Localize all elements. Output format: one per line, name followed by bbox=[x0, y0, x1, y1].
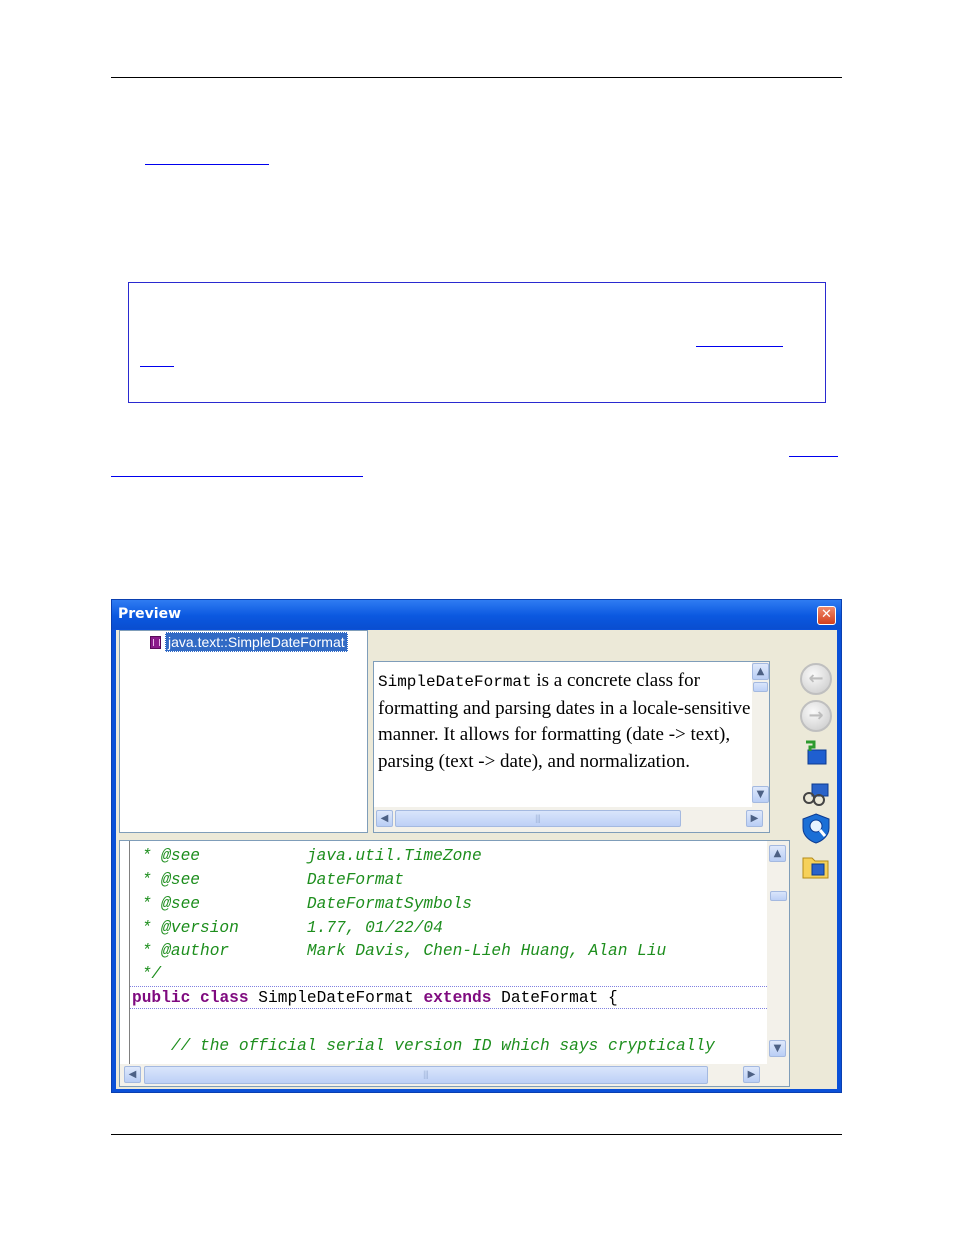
code-line: * @see java.util.TimeZone bbox=[132, 845, 482, 867]
code-line: */ bbox=[132, 963, 161, 985]
close-button[interactable]: ✕ bbox=[817, 606, 836, 625]
code-token: * @see DateFormat bbox=[132, 871, 404, 889]
class-tree[interactable]: java.text::SimpleDateFormat bbox=[119, 630, 368, 833]
code-line: * @see DateFormatSymbols bbox=[132, 893, 472, 915]
go-to-source-icon[interactable] bbox=[800, 738, 832, 770]
doc-text: SimpleDateFormat is a concrete class for… bbox=[378, 668, 752, 775]
link-underline[interactable] bbox=[111, 476, 363, 477]
find-references-icon[interactable] bbox=[800, 778, 832, 810]
scroll-thumb[interactable]: ||| bbox=[144, 1066, 708, 1084]
code-token: DateFormat { bbox=[491, 989, 618, 1007]
code-hscrollbar[interactable]: ◀ ||| ▶ bbox=[120, 1064, 789, 1086]
code-token: * @see java.util.TimeZone bbox=[132, 847, 482, 865]
preview-client: java.text::SimpleDateFormat SimpleDateFo… bbox=[116, 630, 837, 1089]
editor-gutter bbox=[129, 841, 130, 1066]
code-line: public class SimpleDateFormat extends Da… bbox=[132, 987, 618, 1009]
code-token: * @version 1.77, 01/22/04 bbox=[132, 919, 443, 937]
code-token: * @see DateFormatSymbols bbox=[132, 895, 472, 913]
window-title: Preview bbox=[118, 606, 182, 622]
scroll-up-button[interactable]: ▲ bbox=[769, 845, 786, 862]
doc-hscrollbar[interactable]: ◀ ||| ▶ bbox=[374, 807, 769, 832]
forward-arrow-icon[interactable]: → bbox=[800, 700, 832, 732]
code-token: class bbox=[200, 989, 249, 1007]
link-underline[interactable] bbox=[696, 346, 783, 347]
code-line: * @version 1.77, 01/22/04 bbox=[132, 917, 443, 939]
link-underline[interactable] bbox=[789, 456, 838, 457]
code-token: public bbox=[132, 989, 191, 1007]
preview-window: Preview ✕ java.text::SimpleDateFormat Si… bbox=[111, 599, 842, 1093]
code-token: // the official serial version ID which … bbox=[132, 1037, 715, 1055]
doc-vscrollbar[interactable]: ▲ ▼ bbox=[752, 662, 769, 807]
open-folder-icon[interactable] bbox=[800, 850, 832, 882]
scroll-down-button[interactable]: ▼ bbox=[752, 786, 769, 803]
scroll-left-button[interactable]: ◀ bbox=[376, 810, 393, 827]
back-arrow-icon[interactable]: ← bbox=[800, 663, 832, 695]
scroll-right-button[interactable]: ▶ bbox=[746, 810, 763, 827]
code-token: * @author Mark Davis, Chen-Lieh Huang, A… bbox=[132, 942, 667, 960]
scroll-thumb[interactable] bbox=[753, 682, 768, 692]
code-token: extends bbox=[423, 989, 492, 1007]
tree-item-simpledateformat[interactable]: java.text::SimpleDateFormat bbox=[165, 632, 348, 652]
code-token: SimpleDateFormat bbox=[248, 989, 424, 1007]
code-line: * @author Mark Davis, Chen-Lieh Huang, A… bbox=[132, 940, 667, 962]
title-bar[interactable]: Preview ✕ bbox=[112, 600, 841, 629]
source-code-pane[interactable]: * @see java.util.TimeZone * @see DateFor… bbox=[119, 840, 790, 1087]
scroll-up-button[interactable]: ▲ bbox=[752, 663, 769, 680]
note-box bbox=[128, 282, 826, 403]
footer-rule bbox=[111, 1134, 842, 1135]
doc-pane: SimpleDateFormat is a concrete class for… bbox=[373, 661, 770, 833]
scroll-down-button[interactable]: ▼ bbox=[769, 1040, 786, 1057]
class-icon bbox=[150, 636, 161, 649]
link-underline[interactable] bbox=[140, 366, 174, 367]
code-line: // the official serial version ID which … bbox=[132, 1035, 715, 1057]
code-vscrollbar[interactable]: ▲ ▼ bbox=[767, 841, 789, 1064]
search-shield-icon[interactable] bbox=[800, 812, 832, 844]
doc-class-name: SimpleDateFormat bbox=[378, 673, 532, 691]
side-toolbar: ← → bbox=[796, 660, 834, 890]
header-rule bbox=[111, 77, 842, 78]
code-line: * @see DateFormat bbox=[132, 869, 404, 891]
scroll-thumb[interactable] bbox=[770, 891, 787, 901]
scroll-right-button[interactable]: ▶ bbox=[743, 1066, 760, 1083]
code-token: */ bbox=[132, 965, 162, 983]
scroll-left-button[interactable]: ◀ bbox=[124, 1066, 141, 1083]
link-underline[interactable] bbox=[145, 164, 269, 165]
scroll-thumb[interactable]: ||| bbox=[395, 810, 681, 827]
